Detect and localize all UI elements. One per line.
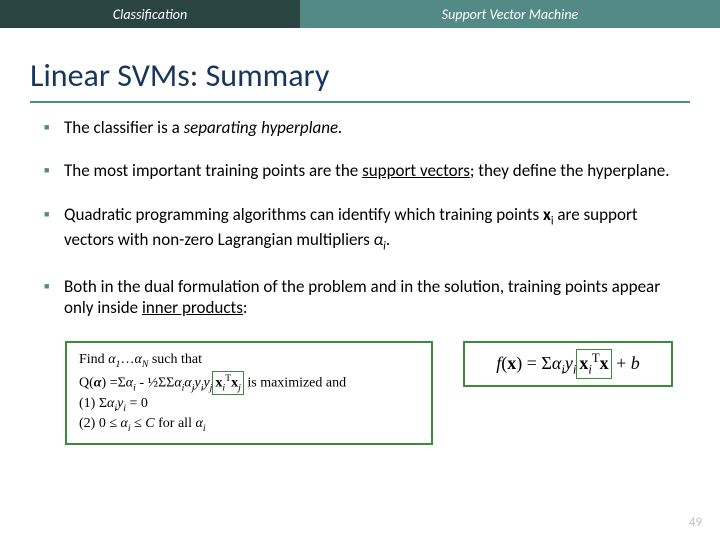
opt-line-1: Find α1…αN such that (79, 351, 419, 371)
bullet-item: Quadratic programming algorithms can ide… (42, 204, 678, 255)
optimization-box: Find α1…αN such that Q(α) =Σαi - ½ΣΣαiαj… (65, 341, 433, 446)
page-number: 49 (689, 515, 702, 530)
opt-line-4: (2) 0 ≤ αi ≤ C for all αi (79, 415, 419, 435)
decision-function-box: f(x) = ΣαiyixiTx + b (463, 341, 673, 388)
formula-boxes: Find α1…αN such that Q(α) =Σαi - ½ΣΣαiαj… (0, 341, 720, 446)
opt-line-3: (1) Σαiyi = 0 (79, 395, 419, 415)
slide: Classification Support Vector Machine Li… (0, 0, 720, 540)
bullet-item: Both in the dual formulation of the prob… (42, 276, 678, 319)
bullet-item: The classifier is a separating hyperplan… (42, 117, 678, 138)
header-bar: Classification Support Vector Machine (0, 0, 720, 28)
title-rule (30, 101, 690, 103)
header-right: Support Vector Machine (300, 0, 720, 28)
bullet-list: The classifier is a separating hyperplan… (0, 117, 720, 319)
bullet-item: The most important training points are t… (42, 160, 678, 181)
slide-title: Linear SVMs: Summary (0, 28, 720, 101)
inner-product-box: xiTxj (212, 371, 243, 396)
opt-line-2: Q(α) =Σαi - ½ΣΣαiαjyiyjxiTxj is maximize… (79, 371, 419, 396)
header-left: Classification (0, 0, 300, 28)
inner-product-box: xiTx (576, 349, 611, 380)
